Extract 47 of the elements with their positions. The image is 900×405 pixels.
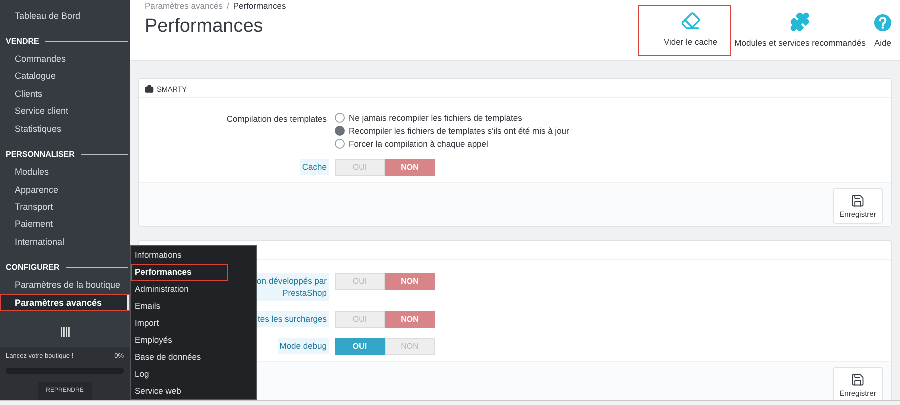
field-label: Cache xyxy=(300,159,329,175)
breadcrumb-separator: / xyxy=(226,1,230,11)
eraser-icon xyxy=(680,11,701,31)
sidebar-item[interactable]: Transport xyxy=(0,198,130,216)
section-heading: PERSONNALISER xyxy=(6,150,75,160)
field-label: Mode debug xyxy=(278,338,329,354)
sidebar-item[interactable]: Paramètres de la boutique xyxy=(0,276,130,294)
collapse-icon[interactable] xyxy=(60,327,70,338)
toolbar-button[interactable]: Aide xyxy=(870,5,896,56)
sidebar-item[interactable]: International xyxy=(0,233,130,250)
radio-button[interactable] xyxy=(335,139,345,149)
puzzle-icon xyxy=(790,12,810,32)
submenu-item[interactable]: Base de données xyxy=(131,348,256,366)
option-label: Ne jamais recompiler les fichiers de templates xyxy=(349,113,522,123)
field-label: tes les surcharges xyxy=(256,311,329,327)
sidebar-item[interactable]: Catalogue xyxy=(0,68,130,86)
toolbar-button[interactable]: Vider le cache xyxy=(638,5,731,56)
option-label: Recompiler les fichiers de templates s'ils ont été mis à jour xyxy=(349,126,570,136)
breadcrumb-item: Performances xyxy=(233,1,286,11)
sidebar-item[interactable]: Modules xyxy=(0,163,130,181)
field-label: Compilation des templates xyxy=(226,113,328,126)
submenu-item[interactable]: Emails xyxy=(131,298,256,315)
sidebar-item[interactable]: Tableau de Bord xyxy=(0,7,130,24)
option-label: Forcer la compilation à chaque appel xyxy=(349,139,488,149)
sidebar-item[interactable]: Clients xyxy=(0,85,130,103)
submenu-item[interactable]: Service web xyxy=(131,382,256,400)
submenu-item[interactable]: Import xyxy=(131,314,256,332)
sidebar-item[interactable]: Paramètres avancés xyxy=(0,294,130,312)
sidebar-item[interactable]: Statistiques xyxy=(0,120,130,138)
sidebar-item[interactable]: Paiement xyxy=(0,216,130,234)
section-heading: CONFIGURER xyxy=(6,263,60,272)
sidebar-item[interactable]: Service client xyxy=(0,102,130,120)
submenu-item[interactable]: Informations xyxy=(131,247,256,264)
briefcase-icon xyxy=(145,85,154,94)
help-icon xyxy=(874,14,892,32)
field-label: on développés par PrestaShop xyxy=(255,273,329,301)
page-title: Performances xyxy=(145,16,264,38)
submenu-item[interactable]: Employés xyxy=(131,331,256,348)
radio-button[interactable] xyxy=(335,113,345,123)
toolbar-button[interactable]: Modules et services recommandés xyxy=(730,5,870,56)
submenu-item[interactable]: Performances xyxy=(131,264,228,281)
submenu-item[interactable]: Log xyxy=(131,365,256,382)
radio-button[interactable] xyxy=(335,126,345,136)
submenu-item[interactable]: Administration xyxy=(131,280,256,298)
sidebar-item[interactable]: Apparence xyxy=(0,180,130,198)
section-heading: VENDRE xyxy=(6,37,40,46)
sidebar-item[interactable]: Commandes xyxy=(0,50,130,68)
